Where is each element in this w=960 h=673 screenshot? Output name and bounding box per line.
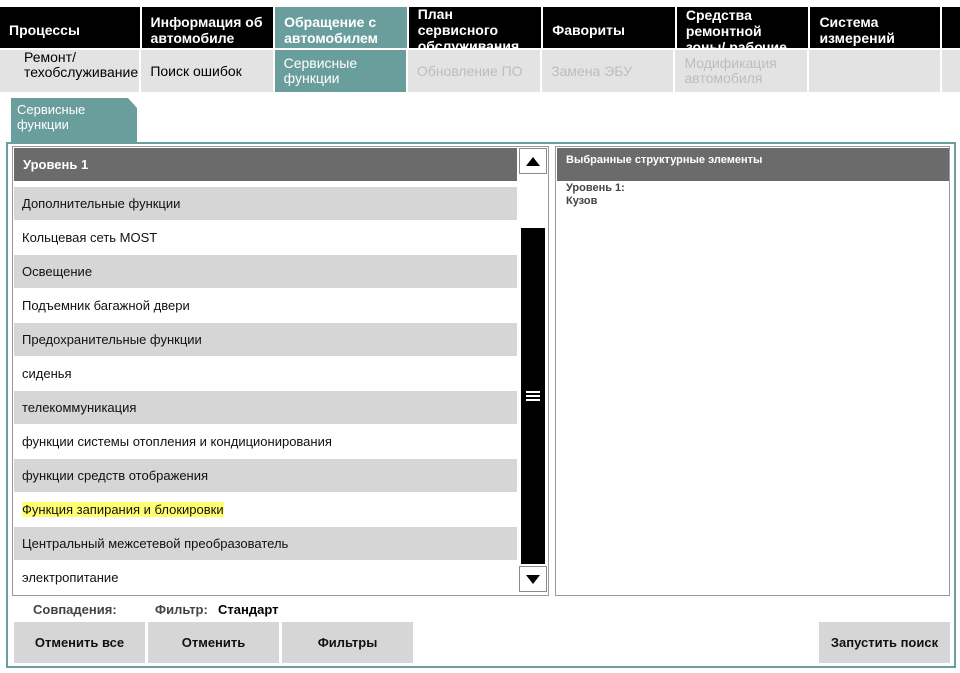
subtab-label: Сервисные функции <box>283 55 358 86</box>
sub-navigation: Ремонт/ техобслуживание Поиск ошибок Сер… <box>0 50 960 92</box>
tab-processes[interactable]: Процессы <box>0 7 142 48</box>
list-item-highlighted[interactable]: Функция запирания и блокировки <box>14 493 517 526</box>
panel-tab-service-functions[interactable]: Сервисные функции <box>11 98 137 142</box>
list-item[interactable]: сиденья <box>14 357 517 390</box>
subtab-label: Замена ЭБУ <box>551 62 633 79</box>
filter-value: Стандарт <box>218 602 279 617</box>
list-item[interactable]: функции средств отображения <box>14 459 517 492</box>
matches-label: Совпадения: <box>33 602 117 617</box>
tab-label: Средства ремонтной зоны/ рабочие жидкост… <box>685 7 787 48</box>
arrow-down-icon <box>526 574 540 584</box>
filters-button[interactable]: Фильтры <box>282 622 413 663</box>
scroll-down-button[interactable] <box>519 566 547 592</box>
scroll-thumb[interactable] <box>521 228 545 564</box>
subtab-software-update: Обновление ПО <box>407 50 543 92</box>
selected-elements-header: Выбранные структурные элементы <box>557 148 949 181</box>
tab-vehicle-handling[interactable]: Обращение с автомобилем <box>275 7 409 48</box>
subtab-vehicle-modification: Модификация автомобиля <box>675 50 809 92</box>
selected-elements-frame <box>555 146 950 596</box>
list-item[interactable]: Освещение <box>14 255 517 288</box>
tab-service-plan[interactable]: План сервисного обслуживания <box>409 7 544 48</box>
list-header: Уровень 1 <box>14 148 517 181</box>
subtab-label: Модификация автомобиля <box>684 55 777 86</box>
tab-favorites[interactable]: Фавориты <box>543 7 677 48</box>
tab-label: Обращение с автомобилем <box>284 13 379 46</box>
highlighted-text: Функция запирания и блокировки <box>22 502 224 517</box>
tab-measurement-system[interactable]: Система измерений <box>810 7 943 48</box>
tab-overflow <box>942 7 960 48</box>
tab-label: Система измерений <box>819 13 895 46</box>
cancel-button[interactable]: Отменить <box>148 622 279 663</box>
list-item[interactable]: Центральный межсетевой преобразователь <box>14 527 517 560</box>
cancel-all-button[interactable]: Отменить все <box>14 622 145 663</box>
filter-label: Фильтр: <box>155 602 208 617</box>
tab-label: Фавориты <box>552 21 625 38</box>
tab-label: Информация об автомобиле <box>150 13 263 46</box>
tab-vehicle-info[interactable]: Информация об автомобиле <box>142 7 276 48</box>
subtab-label: Поиск ошибок <box>150 62 242 79</box>
subtab-label: Обновление ПО <box>416 62 523 79</box>
list-item[interactable]: Предохранительные функции <box>14 323 517 356</box>
list-item[interactable]: электропитание <box>14 561 517 594</box>
subtab-service-functions[interactable]: Сервисные функции <box>274 50 408 92</box>
list-item[interactable]: телекоммуникация <box>14 391 517 424</box>
function-list: Дополнительные функции Кольцевая сеть MO… <box>14 187 517 595</box>
tab-label: План сервисного обслуживания <box>417 7 520 48</box>
list-scrollbar[interactable] <box>519 148 547 592</box>
tab-workshop-equipment[interactable]: Средства ремонтной зоны/ рабочие жидкост… <box>677 7 811 48</box>
list-item[interactable]: Подъемник багажной двери <box>14 289 517 322</box>
selected-elements-info: Уровень 1: Кузов <box>566 182 625 208</box>
subtab-empty <box>808 50 943 92</box>
scroll-up-button[interactable] <box>519 148 547 174</box>
subtab-ecu-replacement: Замена ЭБУ <box>542 50 676 92</box>
subtab-repair-maintenance[interactable]: Ремонт/ техобслуживание <box>0 50 142 92</box>
subtab-fault-search[interactable]: Поиск ошибок <box>141 50 275 92</box>
top-navigation: Процессы Информация об автомобиле Обраще… <box>0 7 960 48</box>
arrow-up-icon <box>526 156 540 166</box>
grip-icon <box>526 391 540 401</box>
tab-label: Процессы <box>9 21 80 38</box>
start-search-button[interactable]: Запустить поиск <box>819 622 950 663</box>
selected-level-value: Кузов <box>566 195 598 207</box>
list-item[interactable]: Дополнительные функции <box>14 187 517 220</box>
list-item[interactable]: Кольцевая сеть MOST <box>14 221 517 254</box>
subtab-overflow <box>942 50 960 92</box>
selected-level-label: Уровень 1: <box>566 182 625 194</box>
subtab-label: Ремонт/ техобслуживание <box>24 50 139 80</box>
list-item[interactable]: функции системы отопления и кондициониро… <box>14 425 517 458</box>
